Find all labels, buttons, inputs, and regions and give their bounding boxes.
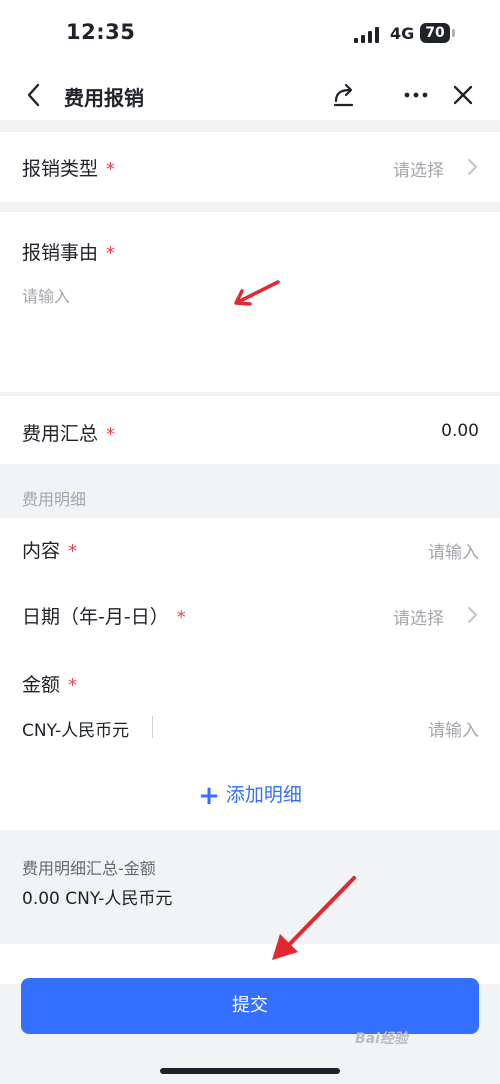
reimbursement-type-label: 报销类型 * [22,158,116,180]
nav-bar: 费用报销 [0,70,500,120]
detail-amount-label: 金额 * [22,674,78,696]
detail-date-label: 日期（年-月-日） * [22,606,186,628]
currency-selector[interactable]: CNY-人民币元 [22,716,129,741]
add-detail-label: 添加明细 [225,784,302,806]
add-detail-button[interactable]: + 添加明细 [0,780,500,816]
network-type: 4G [390,24,415,43]
submit-button[interactable]: 提交 [21,978,479,1034]
reimbursement-type-row[interactable]: 报销类型 * 请选择 [0,132,500,202]
detail-date-row[interactable]: 日期（年-月-日） * 请选择 [0,584,500,644]
watermark: Bai经验 [355,1031,408,1047]
status-time: 12:35 [66,20,136,44]
more-icon[interactable] [400,81,432,109]
expense-total-value: 0.00 [441,421,479,441]
detail-content-hint: 请输入 [428,543,479,563]
required-mark: * [106,243,116,264]
required-mark: * [106,424,116,445]
battery-icon: 70 [420,23,450,43]
currency-divider [152,716,153,738]
required-mark: * [106,159,116,180]
detail-content-row[interactable]: 内容 * 请输入 [0,518,500,578]
chevron-right-icon [468,159,477,175]
close-icon[interactable] [450,82,476,108]
required-mark: * [176,607,186,628]
reimbursement-reason-label: 报销事由 * [22,242,116,264]
required-mark: * [68,541,78,562]
status-bar: 12:35 4G 70 [0,0,500,70]
chevron-right-icon [468,607,477,623]
plus-icon: + [198,781,220,811]
detail-date-hint: 请选择 [393,609,444,629]
detail-summary-value: 0.00 CNY-人民币元 [22,889,173,909]
expense-details-header: 费用明细 [22,490,87,509]
detail-summary-label: 费用明细汇总-金额 [22,859,156,878]
expense-total-label: 费用汇总 * [22,423,116,445]
expense-total-row: 费用汇总 * 0.00 [0,396,500,464]
required-mark: * [68,675,78,696]
battery-tip [452,29,455,37]
share-icon[interactable] [330,81,358,109]
home-indicator [160,1068,340,1074]
chevron-left-icon[interactable] [24,82,44,108]
detail-amount-input[interactable]: 请输入 [428,716,479,741]
page-title: 费用报销 [64,86,144,110]
reimbursement-reason-input[interactable] [22,283,478,383]
detail-content-label: 内容 * [22,540,78,562]
detail-amount-row[interactable]: CNY-人民币元 请输入 [0,710,500,744]
reimbursement-type-hint: 请选择 [393,161,444,181]
signal-icon [354,27,379,43]
